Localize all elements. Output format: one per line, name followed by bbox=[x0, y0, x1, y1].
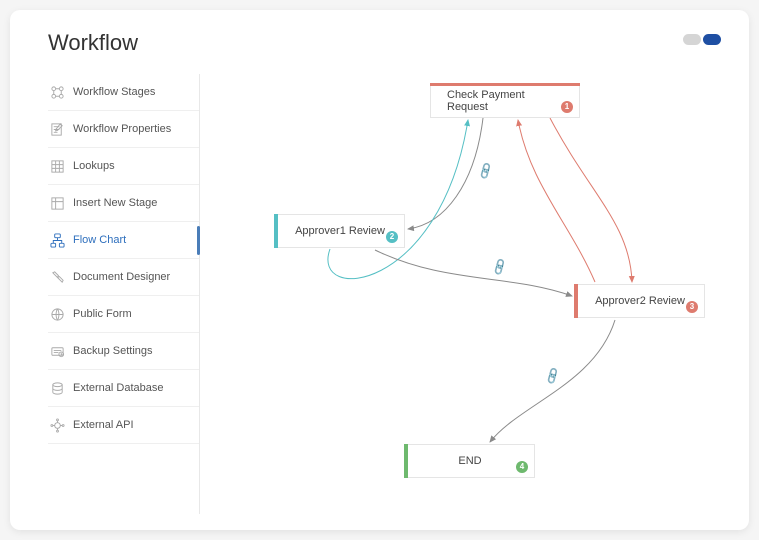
sidebar-item-label: Flow Chart bbox=[73, 234, 126, 246]
flow-node-badge: 1 bbox=[561, 101, 573, 113]
sidebar-item-workflow-stages[interactable]: Workflow Stages bbox=[48, 74, 199, 111]
lookups-icon bbox=[50, 159, 65, 174]
api-icon bbox=[50, 418, 65, 433]
flow-node-label: END bbox=[458, 455, 481, 467]
sidebar-item-label: Public Form bbox=[73, 308, 132, 320]
flow-node-approver1-review[interactable]: Approver1 Review 2 bbox=[275, 214, 405, 248]
workflow-card: Workflow Workflow Stages Workflow Proper… bbox=[10, 10, 749, 530]
flow-node-end[interactable]: END 4 bbox=[405, 444, 535, 478]
flow-node-badge: 4 bbox=[516, 461, 528, 473]
sidebar-item-backup-settings[interactable]: Backup Settings bbox=[48, 333, 199, 370]
sidebar-item-public-form[interactable]: Public Form bbox=[48, 296, 199, 333]
page-title: Workflow bbox=[48, 30, 729, 56]
sidebar-item-external-api[interactable]: External API bbox=[48, 407, 199, 444]
backup-settings-icon bbox=[50, 344, 65, 359]
link-icon: 🔗 bbox=[476, 161, 496, 181]
sidebar-item-label: External Database bbox=[73, 382, 164, 394]
sidebar-item-label: Workflow Stages bbox=[73, 86, 155, 98]
flow-node-approver2-review[interactable]: Approver2 Review 3 bbox=[575, 284, 705, 318]
link-icon: 🔗 bbox=[490, 257, 510, 277]
public-form-icon bbox=[50, 307, 65, 322]
flow-canvas[interactable]: 🔗 🔗 🔗 🔗 Check Payment Request 1 Approver… bbox=[200, 74, 729, 514]
flow-node-badge: 3 bbox=[686, 301, 698, 313]
sidebar-item-document-designer[interactable]: Document Designer bbox=[48, 259, 199, 296]
flow-node-label: Approver2 Review bbox=[595, 295, 685, 307]
flow-chart-icon bbox=[50, 233, 65, 248]
sidebar-item-label: Workflow Properties bbox=[73, 123, 171, 135]
document-designer-icon bbox=[50, 270, 65, 285]
flow-node-check-payment-request[interactable]: Check Payment Request 1 bbox=[430, 84, 580, 118]
sidebar: Workflow Stages Workflow Properties Look… bbox=[48, 74, 200, 514]
sidebar-item-flow-chart[interactable]: Flow Chart bbox=[48, 222, 199, 259]
sidebar-item-label: Document Designer bbox=[73, 271, 170, 283]
sidebar-item-insert-new-stage[interactable]: Insert New Stage bbox=[48, 185, 199, 222]
view-toggle[interactable] bbox=[683, 34, 721, 45]
sidebar-item-label: External API bbox=[73, 419, 134, 431]
link-icon: 🔗 bbox=[543, 366, 563, 386]
flow-node-label: Check Payment Request bbox=[447, 89, 563, 113]
flow-node-label: Approver1 Review bbox=[295, 225, 385, 237]
toggle-off-pill bbox=[683, 34, 701, 45]
toggle-on-pill bbox=[703, 34, 721, 45]
sidebar-item-label: Lookups bbox=[73, 160, 115, 172]
sidebar-item-external-database[interactable]: External Database bbox=[48, 370, 199, 407]
workflow-body: Workflow Stages Workflow Properties Look… bbox=[48, 74, 729, 514]
sidebar-item-label: Insert New Stage bbox=[73, 197, 157, 209]
flow-node-badge: 2 bbox=[386, 231, 398, 243]
stages-icon bbox=[50, 85, 65, 100]
insert-stage-icon bbox=[50, 196, 65, 211]
sidebar-item-workflow-properties[interactable]: Workflow Properties bbox=[48, 111, 199, 148]
sidebar-item-lookups[interactable]: Lookups bbox=[48, 148, 199, 185]
database-icon bbox=[50, 381, 65, 396]
properties-icon bbox=[50, 122, 65, 137]
sidebar-item-label: Backup Settings bbox=[73, 345, 153, 357]
